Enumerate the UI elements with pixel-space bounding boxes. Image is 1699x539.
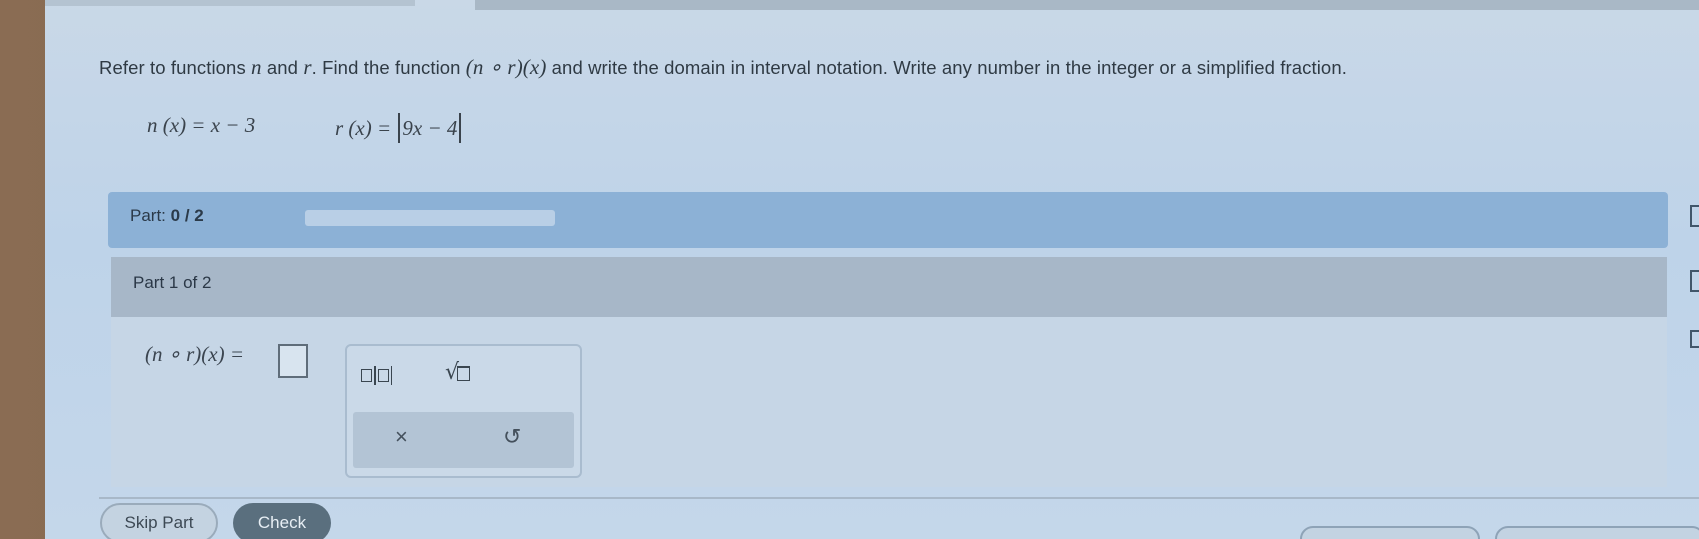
var-n: n [251, 55, 262, 79]
placeholder-box-icon [377, 368, 389, 382]
top-bar-segment [45, 0, 415, 6]
placeholder-box-icon [457, 366, 471, 381]
question-find: . Find the function [311, 57, 466, 78]
question-text: Refer to functions n and r. Find the fun… [99, 55, 1659, 80]
function-r-inner: 9x − 4 [402, 116, 458, 140]
abs-bar-icon [374, 365, 376, 385]
divider [99, 497, 1699, 499]
abs-bar-left [398, 113, 401, 143]
placeholder-box-icon [361, 368, 372, 382]
question-and: and [261, 57, 304, 78]
progress-track [305, 210, 555, 226]
part-progress-value: 0 / 2 [170, 206, 204, 225]
top-bar [475, 0, 1699, 10]
footer-button[interactable] [1495, 526, 1699, 539]
answer-input[interactable] [278, 344, 308, 378]
part-header-label: Part 1 of 2 [133, 273, 212, 292]
function-n: n (x) = x − 3 [147, 113, 256, 137]
abs-bar-icon [390, 365, 392, 385]
composition-expression: (n ∘ r)(x) [465, 55, 547, 79]
part-progress-prefix: Part: [130, 206, 166, 225]
part-progress-bar: Part: 0 / 2 [108, 192, 1668, 248]
question-rest: and write the domain in interval notatio… [546, 57, 1347, 78]
clear-button[interactable]: × [395, 424, 408, 450]
absolute-value-button[interactable] [361, 364, 421, 394]
side-tool-icon[interactable] [1690, 330, 1699, 348]
math-palette: √ × ↺ [345, 344, 582, 478]
question-intro: Refer to functions [99, 57, 252, 78]
side-tool-icon[interactable] [1690, 205, 1699, 227]
side-tool-icon[interactable] [1690, 270, 1699, 292]
abs-bar-right [459, 113, 462, 143]
screen: Refer to functions n and r. Find the fun… [45, 0, 1699, 539]
var-r: r [303, 55, 312, 79]
part-progress-label: Part: 0 / 2 [130, 206, 204, 226]
check-button[interactable]: Check [233, 503, 331, 539]
answer-label: (n ∘ r)(x) = [145, 342, 245, 366]
undo-button[interactable]: ↺ [503, 424, 521, 450]
footer-button[interactable] [1300, 526, 1480, 539]
part-header: Part 1 of 2 [111, 257, 1667, 317]
function-r-lhs: r (x) = [335, 116, 397, 140]
skip-part-button[interactable]: Skip Part [100, 503, 218, 539]
square-root-button[interactable]: √ [445, 360, 489, 392]
function-r: r (x) = 9x − 4 [335, 113, 463, 143]
palette-actions: × ↺ [353, 412, 574, 468]
